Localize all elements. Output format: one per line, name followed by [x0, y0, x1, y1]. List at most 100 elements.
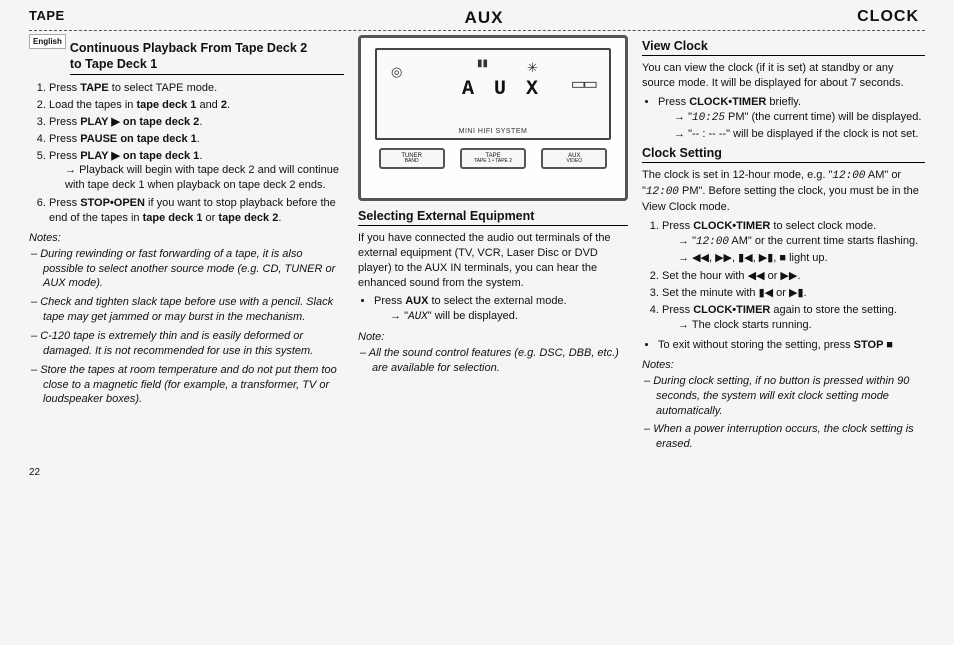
- text: PLAY ▶ on tape deck 2: [80, 116, 199, 128]
- rect-icon: ▭▭: [571, 74, 595, 94]
- note-4: Store the tapes at room temperature and …: [43, 363, 344, 408]
- device-buttons: TUNER BAND TAPE TAPE 1 • TAPE 2 AUX VIDE…: [361, 144, 625, 173]
- text: Press: [49, 150, 80, 162]
- page-number: 22: [29, 467, 344, 478]
- fan-icon: ✳: [527, 60, 538, 76]
- step-6: Press STOP•OPEN if you want to stop play…: [49, 196, 344, 226]
- header-clock: CLOCK: [629, 8, 925, 28]
- text: .: [199, 116, 202, 128]
- title-line2: to Tape Deck 1: [70, 57, 157, 71]
- text: Press: [374, 295, 405, 307]
- cd-icon: ◎: [391, 64, 402, 80]
- text: Press: [658, 96, 689, 108]
- text: tape deck 2: [218, 212, 278, 224]
- step-2: Load the tapes in tape deck 1 and 2.: [49, 98, 344, 113]
- external-equip-intro: If you have connected the audio out term…: [358, 231, 628, 290]
- text: Press: [49, 133, 80, 145]
- text: PAUSE on tape deck 1: [80, 133, 197, 145]
- header-row: TAPE AUX CLOCK: [29, 8, 925, 31]
- cs-step-4-sub: The clock starts running.: [678, 318, 925, 332]
- text: .: [199, 150, 202, 162]
- text: STOP ■: [854, 339, 893, 351]
- note-label: Note:: [358, 331, 628, 343]
- cs-step-1-sub1: "12:00 AM" or the current time starts fl…: [678, 234, 925, 249]
- note-3: C-120 tape is extremely thin and is easi…: [43, 329, 344, 359]
- text: to select TAPE mode.: [109, 82, 217, 94]
- press-clock-timer: Press CLOCK•TIMER briefly. "10:25 PM" (t…: [658, 95, 925, 143]
- note-1: During rewinding or fast forwarding of a…: [43, 247, 344, 292]
- text: .: [227, 99, 230, 111]
- notes-label: Notes:: [29, 232, 344, 244]
- header-aux: AUX: [339, 8, 629, 28]
- seg-text: AUX: [408, 311, 428, 323]
- cs-step-4: Press CLOCK•TIMER again to store the set…: [662, 303, 925, 332]
- section-view-clock-title: View Clock: [642, 39, 925, 56]
- text: Load the tapes in: [49, 99, 136, 111]
- text: or: [203, 212, 219, 224]
- device-illustration: ◎ ▮▮ ✳ ▭▭ A U X MINI HIFI SYSTEM TUNER B…: [358, 35, 628, 201]
- text: VIDEO: [549, 159, 599, 164]
- seg: 10:25: [692, 112, 725, 124]
- cs-step-1-sub2: ◀◀, ▶▶, ▮◀, ▶▮, ■ light up.: [678, 251, 925, 265]
- section-clock-setting-title: Clock Setting: [642, 146, 925, 163]
- text: PLAY ▶ on tape deck 1: [80, 150, 199, 162]
- text: To exit without storing the setting, pre…: [658, 339, 854, 351]
- cs-step-1: Press CLOCK•TIMER to select clock mode. …: [662, 219, 925, 265]
- cs-step-3: Set the minute with ▮◀ or ▶▮.: [662, 286, 925, 301]
- title-line1: Continuous Playback From Tape Deck 2: [70, 41, 307, 55]
- exit-without-store: To exit without storing the setting, pre…: [658, 338, 925, 353]
- column-clock: View Clock You can view the clock (if it…: [642, 35, 925, 478]
- text: TAPE 1 • TAPE 2: [468, 159, 518, 164]
- seg: 12:00: [832, 170, 865, 182]
- text: again to store the setting.: [770, 304, 897, 316]
- lcd-subtitle: MINI HIFI SYSTEM: [377, 128, 609, 135]
- press-aux: Press AUX to select the external mode. "…: [374, 294, 628, 325]
- text: CLOCK•TIMER: [693, 220, 770, 232]
- language-tab: English: [29, 34, 66, 49]
- cs-step-2: Set the hour with ◀◀ or ▶▶.: [662, 269, 925, 284]
- external-equip-steps: Press AUX to select the external mode. "…: [358, 294, 628, 325]
- text: Press: [49, 82, 80, 94]
- bars-icon: ▮▮: [477, 58, 488, 69]
- text: PM" (the current time) will be displayed…: [725, 111, 921, 123]
- notes-list: During rewinding or fast forwarding of a…: [29, 247, 344, 407]
- note-2: Check and tighten slack tape before use …: [43, 295, 344, 325]
- step-1: Press TAPE to select TAPE mode.: [49, 81, 344, 96]
- step-4: Press PAUSE on tape deck 1.: [49, 132, 344, 147]
- device-btn-tuner: TUNER BAND: [379, 148, 445, 169]
- device-btn-aux: AUX VIDEO: [541, 148, 607, 169]
- seg: 12:00: [696, 236, 729, 248]
- text: The clock is set in 12-hour mode, e.g. ": [642, 169, 832, 181]
- step-3: Press PLAY ▶ on tape deck 2.: [49, 115, 344, 130]
- text: PM". Before setting the clock, you must …: [642, 185, 919, 213]
- aux-note: All the sound control features (e.g. DSC…: [372, 346, 628, 376]
- text: briefly.: [766, 96, 801, 108]
- text: .: [278, 212, 281, 224]
- seg: 12:00: [646, 186, 679, 198]
- text: TAPE: [80, 82, 109, 94]
- device-btn-tape: TAPE TAPE 1 • TAPE 2: [460, 148, 526, 169]
- header-tape: TAPE: [29, 8, 339, 28]
- playback-steps: Press TAPE to select TAPE mode. Load the…: [29, 81, 344, 226]
- text: Press: [49, 197, 80, 209]
- text: CLOCK•TIMER: [689, 96, 766, 108]
- column-tape: English Continuous Playback From Tape De…: [29, 35, 344, 478]
- step-5: Press PLAY ▶ on tape deck 1. Playback wi…: [49, 149, 344, 192]
- text: AUX: [405, 295, 428, 307]
- text: Press: [49, 116, 80, 128]
- lcd-text: A U X: [462, 78, 542, 101]
- text: .: [197, 133, 200, 145]
- text: tape deck 1: [136, 99, 196, 111]
- column-aux: ◎ ▮▮ ✳ ▭▭ A U X MINI HIFI SYSTEM TUNER B…: [358, 35, 628, 478]
- text: CLOCK•TIMER: [693, 304, 770, 316]
- section-continuous-playback-title: Continuous Playback From Tape Deck 2 to …: [70, 41, 344, 75]
- lcd-screen: ◎ ▮▮ ✳ ▭▭ A U X MINI HIFI SYSTEM: [375, 48, 611, 140]
- cs-note-2: When a power interruption occurs, the cl…: [656, 422, 925, 452]
- text: Press: [662, 304, 693, 316]
- section-external-equipment-title: Selecting External Equipment: [358, 209, 628, 226]
- text: STOP•OPEN: [80, 197, 145, 209]
- text: and: [196, 99, 220, 111]
- view-clock-intro: You can view the clock (if it is set) at…: [642, 61, 925, 91]
- text: to select the external mode.: [428, 295, 566, 307]
- clock-not-set: "-- : -- --" will be displayed if the cl…: [674, 127, 925, 142]
